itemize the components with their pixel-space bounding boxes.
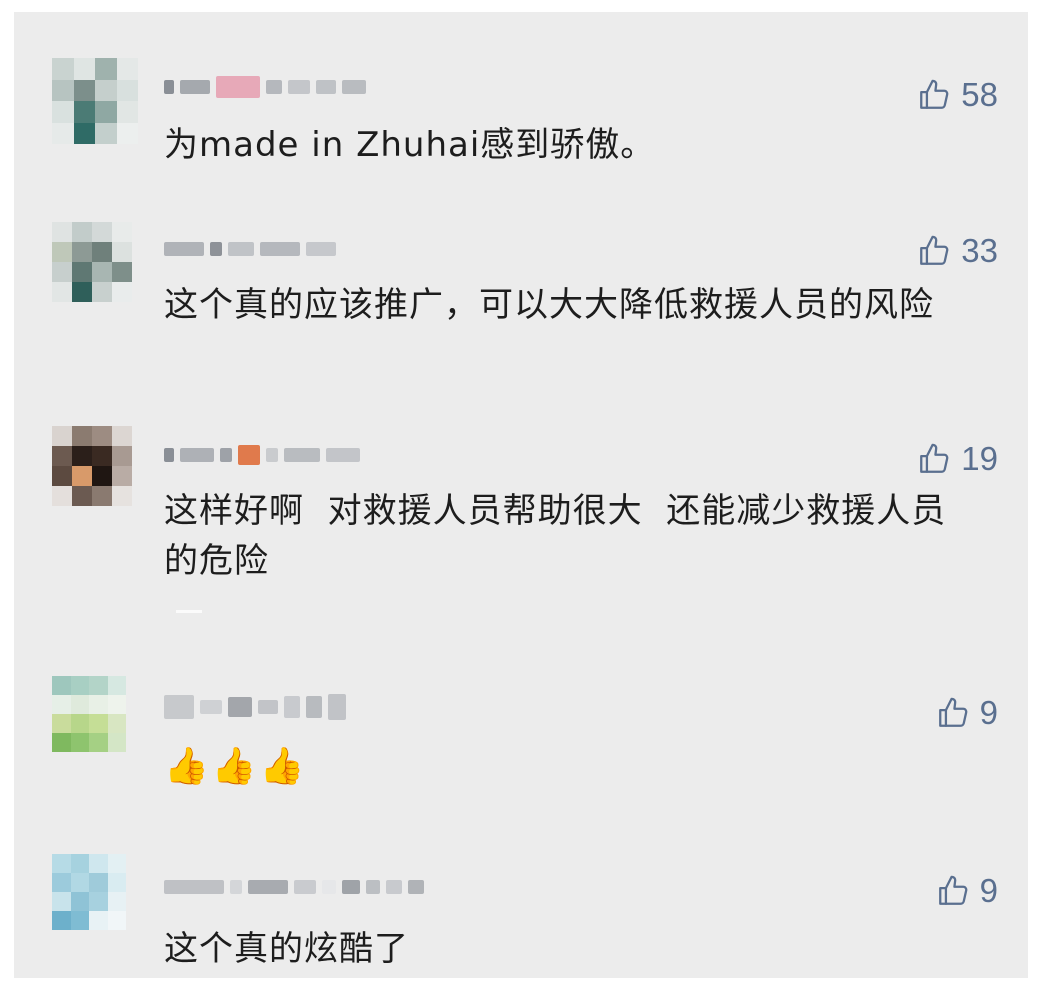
comment-item: 33 这个真的应该推广，可以大大降低救援人员的风险 xyxy=(52,222,998,372)
like-count: 58 xyxy=(961,76,998,113)
like-button[interactable]: 9 xyxy=(936,694,998,732)
username-blurred[interactable] xyxy=(164,238,336,260)
comment-item: 9 这个真的炫酷了 xyxy=(52,854,998,969)
like-count: 9 xyxy=(979,872,998,909)
comment-text: 这样好啊 对救援人员帮助很大 还能减少救援人员的危险 xyxy=(164,491,947,581)
like-button[interactable]: 19 xyxy=(917,440,998,478)
thumbs-up-icon xyxy=(938,697,968,727)
comment-text: 为made in Zhuhai感到骄傲。 xyxy=(164,125,656,165)
thumbs-up-icon xyxy=(938,875,968,905)
thumbs-up-icon xyxy=(920,443,949,473)
avatar[interactable] xyxy=(52,676,126,752)
like-button[interactable]: 58 xyxy=(917,76,998,114)
username-blurred[interactable] xyxy=(164,694,346,720)
comment-text: 这个真的应该推广，可以大大降低救援人员的风险 xyxy=(164,285,934,325)
thumbs-up-emoji: 👍 xyxy=(259,746,306,787)
comment-list: 58 为made in Zhuhai感到骄傲。 33 这个真的应该推广，可以大大… xyxy=(14,12,1028,978)
thumbs-up-emoji: 👍 xyxy=(164,746,210,787)
like-count: 33 xyxy=(961,232,998,269)
username-blurred[interactable] xyxy=(164,876,424,898)
comment-emoji-row: 👍👍👍 xyxy=(164,742,307,792)
avatar[interactable] xyxy=(52,58,138,144)
like-button[interactable]: 9 xyxy=(936,872,998,910)
username-blurred[interactable] xyxy=(164,444,360,466)
username-blurred[interactable] xyxy=(164,76,366,98)
thumbs-up-icon xyxy=(920,235,949,265)
thumbs-up-emoji: 👍 xyxy=(211,746,258,787)
divider xyxy=(176,610,202,613)
comment-item: 9 👍👍👍 xyxy=(52,676,998,806)
like-button[interactable]: 33 xyxy=(917,232,998,270)
avatar[interactable] xyxy=(52,222,132,302)
avatar[interactable] xyxy=(52,854,126,930)
thumbs-up-icon xyxy=(920,79,949,109)
like-count: 9 xyxy=(979,694,998,731)
avatar[interactable] xyxy=(52,426,132,506)
comment-item: 58 为made in Zhuhai感到骄傲。 xyxy=(52,58,998,168)
comment-text: 这个真的炫酷了 xyxy=(164,929,409,969)
comment-item: 19 这样好啊 对救援人员帮助很大 还能减少救援人员的危险 xyxy=(52,426,998,596)
like-count: 19 xyxy=(961,440,998,477)
